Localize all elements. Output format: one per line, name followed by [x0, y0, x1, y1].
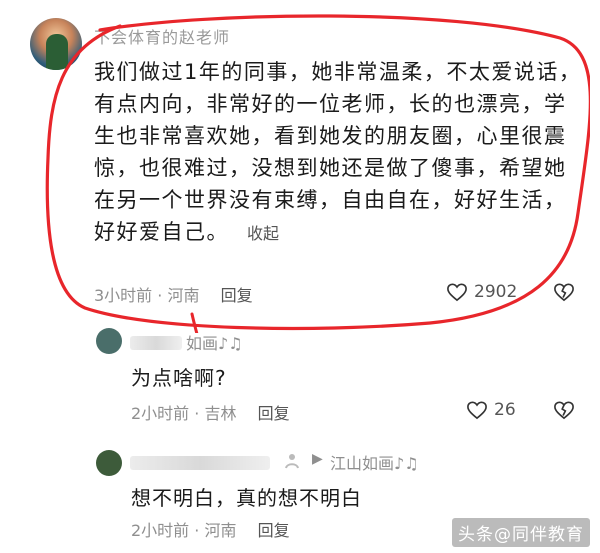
like-count: 26	[494, 400, 516, 420]
comment-location: 河南	[167, 286, 200, 305]
reply-location: 河南	[204, 521, 237, 540]
watermark: 头条@同伴教育	[452, 518, 590, 547]
dislike-icon[interactable]	[553, 400, 575, 420]
reply-button[interactable]: 回复	[258, 404, 290, 423]
arrow-icon: ▶	[312, 451, 323, 467]
like-icon[interactable]	[446, 282, 468, 302]
comment-body: 我们做过1年的同事，她非常温柔，不太爱说话，有点内向，非常好的一位老师，长的也漂…	[94, 60, 582, 244]
reply-button[interactable]: 回复	[258, 521, 290, 540]
avatar-figure	[46, 34, 68, 70]
reply-button[interactable]: 回复	[221, 286, 253, 305]
reply-username-blur	[130, 456, 270, 470]
like-count: 2902	[474, 282, 518, 302]
reply-location: 吉林	[204, 404, 237, 423]
meta-separator: ·	[194, 521, 205, 540]
like-icon[interactable]	[466, 400, 488, 420]
reply-time: 2小时前	[131, 521, 190, 540]
reply-time: 2小时前	[131, 404, 190, 423]
avatar[interactable]	[30, 18, 82, 70]
reply-avatar[interactable]	[96, 328, 122, 354]
comment-meta: 3小时前 · 河南 回复	[94, 282, 253, 306]
reply-username[interactable]: 如画♪♫	[186, 330, 243, 354]
reply-to-username[interactable]: 江山如画♪♫	[330, 450, 419, 474]
comment-time: 3小时前	[94, 286, 153, 305]
reply-meta: 2小时前 · 河南 回复	[131, 517, 290, 541]
reply-avatar[interactable]	[96, 450, 122, 476]
reply-text: 为点啥啊?	[131, 366, 227, 390]
reply-text: 想不明白，真的想不明白	[131, 486, 362, 510]
dislike-icon[interactable]	[553, 282, 575, 302]
reply-meta: 2小时前 · 吉林 回复	[131, 400, 290, 424]
meta-separator: ·	[157, 286, 168, 305]
comment-text: 我们做过1年的同事，她非常温柔，不太爱说话，有点内向，非常好的一位老师，长的也漂…	[94, 56, 584, 250]
person-icon	[285, 454, 299, 469]
comment-username[interactable]: 不会体育的赵老师	[94, 24, 230, 48]
collapse-link[interactable]: 收起	[247, 224, 279, 243]
reply-username-blur	[130, 336, 182, 350]
meta-separator: ·	[194, 404, 205, 423]
